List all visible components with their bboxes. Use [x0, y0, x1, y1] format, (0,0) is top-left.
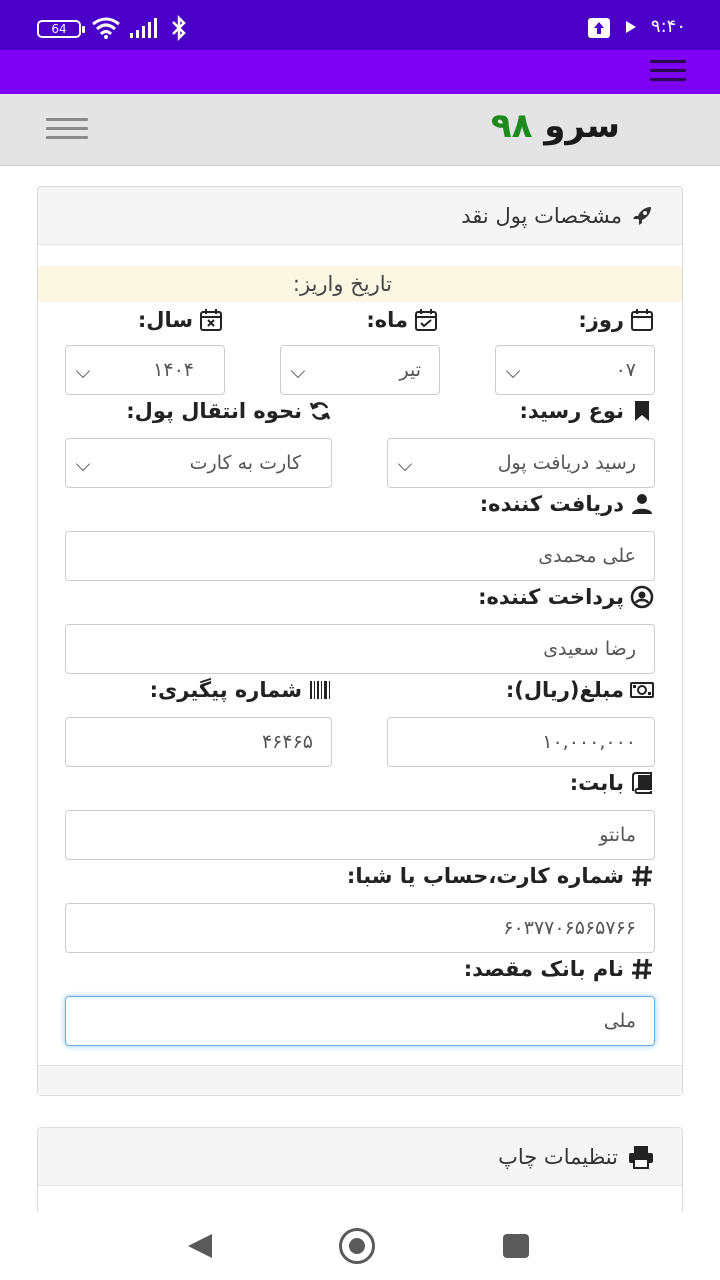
upload-icon [588, 18, 610, 38]
chevron-down-icon [75, 363, 91, 379]
home-icon[interactable] [339, 1228, 375, 1264]
calendar-icon [631, 309, 653, 331]
receipt-type-select[interactable]: رسید دریافت پول [387, 438, 655, 488]
print-settings-card: تنظیمات چاپ [37, 1127, 683, 1217]
receipt-type-label: نوع رسید: [519, 396, 654, 426]
day-label: روز: [578, 305, 654, 335]
receiver-input[interactable]: علی محمدی [65, 531, 655, 581]
barcode-icon [310, 681, 330, 699]
app-header: سرو ۹۸ [0, 94, 720, 166]
battery-level: 64 [51, 22, 67, 36]
bookmark-icon [635, 401, 649, 421]
hashtag-icon [632, 958, 652, 980]
year-select[interactable]: ۱۴۰۴ [65, 345, 225, 395]
play-icon [626, 21, 636, 33]
reason-label: بابت: [570, 768, 654, 798]
amount-input[interactable]: ۱۰,۰۰۰,۰۰۰ [387, 717, 655, 767]
wifi-icon [92, 17, 120, 39]
hashtag-icon [632, 865, 652, 887]
money-icon [630, 682, 654, 698]
header-menu-icon[interactable] [46, 118, 88, 140]
payer-input[interactable]: رضا سعیدی [65, 624, 655, 674]
back-icon[interactable] [188, 1234, 212, 1258]
logo: سرو ۹۸ [470, 106, 620, 156]
chevron-down-icon [75, 456, 91, 472]
logo-text: سرو [544, 106, 620, 146]
year-label: سال: [138, 305, 223, 335]
card-footer [38, 1065, 682, 1095]
receiver-label: دریافت کننده: [480, 489, 654, 519]
amount-label: مبلغ(ریال): [506, 675, 654, 705]
account-input[interactable]: ۶۰۳۷۷۰۶۵۶۵۷۶۶ [65, 903, 655, 953]
date-notice: تاریخ واریز: [38, 266, 682, 302]
user-circle-icon [630, 585, 654, 609]
print-settings-header[interactable]: تنظیمات چاپ [38, 1128, 682, 1186]
chevron-down-icon [397, 456, 413, 472]
day-select[interactable]: ۰۷ [495, 345, 655, 395]
chevron-down-icon [290, 363, 306, 379]
nav-menu-icon[interactable] [650, 60, 686, 84]
clock: ۹:۴۰ [650, 16, 686, 37]
battery-icon: 64 [37, 20, 85, 38]
tracking-label: شماره پیگیری: [150, 675, 332, 705]
rocket-icon [633, 207, 651, 225]
logo-number: ۹۸ [490, 106, 533, 146]
month-label: ماه: [366, 305, 438, 335]
bank-label: نام بانک مقصد: [464, 954, 654, 984]
refresh-icon [309, 402, 331, 420]
month-select[interactable]: تیر [280, 345, 440, 395]
status-bar: 64 ۹:۴۰ [0, 0, 720, 50]
card-header: مشخصات پول نقد [38, 187, 682, 245]
book-icon [632, 772, 652, 794]
card-title: مشخصات پول نقد [461, 201, 654, 231]
chevron-down-icon [505, 363, 521, 379]
recent-apps-icon[interactable] [503, 1234, 529, 1258]
printer-icon [629, 1146, 653, 1169]
user-icon [632, 494, 652, 514]
tracking-input[interactable]: ۴۶۴۶۵ [65, 717, 332, 767]
calendar-check-icon [415, 309, 437, 331]
account-label: شماره کارت،حساب یا شبا: [347, 861, 654, 891]
system-nav-bar [0, 1212, 720, 1280]
print-settings-title: تنظیمات چاپ [498, 1142, 654, 1172]
bluetooth-icon [172, 15, 186, 41]
transfer-method-label: نحوه انتقال پول: [126, 396, 332, 426]
transfer-method-select[interactable]: کارت به کارت [65, 438, 332, 488]
reason-input[interactable]: مانتو [65, 810, 655, 860]
top-nav-bar [0, 50, 720, 94]
bank-input[interactable]: ملی [65, 996, 655, 1046]
signal-icon [130, 18, 157, 38]
payer-label: پرداخت کننده: [478, 582, 654, 612]
calendar-x-icon [200, 309, 222, 331]
